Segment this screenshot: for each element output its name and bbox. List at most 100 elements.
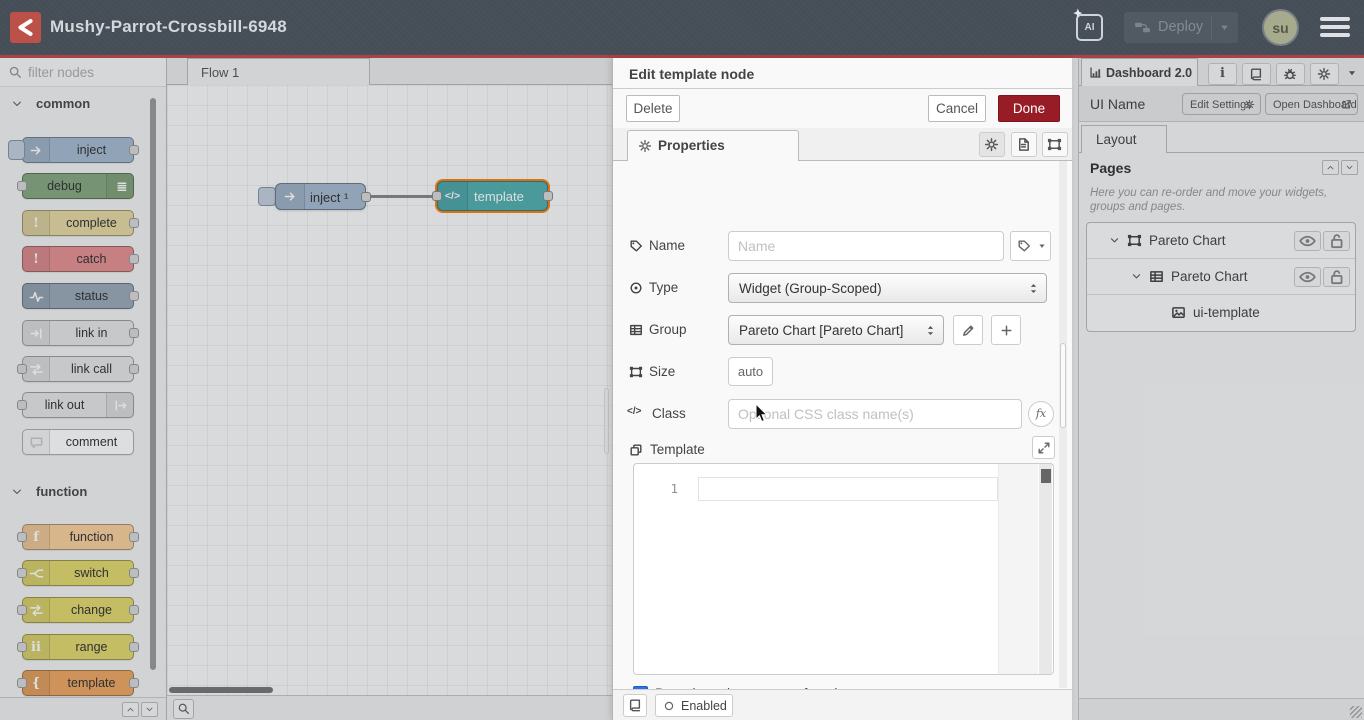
palette-node-status[interactable]: status [22, 283, 134, 309]
canvas-node-template-selected[interactable]: </> template [437, 181, 548, 211]
palette-category-function[interactable]: function [6, 482, 156, 502]
palette-node-switch[interactable]: switch [22, 560, 134, 586]
fx-button[interactable]: fx [1028, 401, 1054, 427]
canvas-search-button[interactable] [173, 699, 194, 719]
palette-node-debug[interactable]: debug [22, 173, 134, 199]
palette-node-label: inject [50, 143, 133, 157]
palette-node-template[interactable]: {template [22, 670, 134, 696]
editor-minimap[interactable] [998, 464, 1038, 675]
editor-scrollbar[interactable] [1039, 464, 1052, 674]
info-tab-button[interactable]: i [1208, 63, 1237, 85]
palette-node-comment[interactable]: comment [22, 429, 134, 455]
tree-row-label: ui-template [1193, 305, 1260, 320]
tab-properties[interactable]: Properties [627, 130, 799, 161]
visibility-toggle-button[interactable] [1294, 267, 1321, 287]
fork-icon [23, 561, 50, 585]
palette-node-change[interactable]: change [22, 597, 134, 623]
cancel-button[interactable]: Cancel [928, 95, 986, 122]
template-output-port[interactable] [543, 191, 553, 201]
tray-title: Edit template node [629, 66, 754, 82]
tree-row-pareto-chart[interactable]: Pareto Chart [1087, 259, 1355, 295]
node-help-button[interactable] [623, 694, 647, 717]
config-tab-button[interactable] [1310, 63, 1339, 85]
palette-collapse-all-button[interactable] [122, 702, 139, 717]
group-select[interactable]: Pareto Chart [Pareto Chart] [728, 315, 944, 345]
tab-layout[interactable]: Layout [1081, 125, 1167, 153]
lock-toggle-button[interactable] [1323, 267, 1350, 287]
sidebar-menu-caret-icon[interactable] [1345, 66, 1359, 80]
delete-button[interactable]: Delete [626, 95, 680, 122]
tree-row-pareto-chart[interactable]: Pareto Chart [1087, 223, 1355, 259]
palette-node-range[interactable]: iirange [22, 634, 134, 660]
add-group-button[interactable] [991, 315, 1021, 345]
editor-active-line[interactable] [698, 477, 998, 501]
open-dashboard-button[interactable]: Open Dashboard [1265, 93, 1358, 115]
inject-output-port[interactable] [361, 192, 371, 202]
input-port [17, 364, 27, 374]
gear-icon [1317, 67, 1331, 81]
ui-name-row: UI Name Edit Settings Open Dashboard [1079, 86, 1364, 122]
visibility-toggle-button[interactable] [1294, 231, 1321, 251]
sidebar-resize-handle[interactable] [1072, 58, 1079, 720]
palette-node-inject[interactable]: inject [22, 137, 134, 163]
canvas-node-inject[interactable]: inject ¹ [275, 183, 366, 210]
palette-scrollbar[interactable] [150, 98, 156, 670]
tray-scrollbar-thumb[interactable] [1060, 343, 1066, 428]
flow-canvas[interactable]: Flow 1 inject ¹ </> template [167, 58, 612, 720]
done-button[interactable]: Done [998, 95, 1060, 122]
expand-editor-button[interactable] [1032, 436, 1055, 459]
canvas-vertical-scrollbar[interactable] [604, 388, 609, 454]
inject-node-button[interactable] [258, 187, 276, 206]
status-circle-icon [663, 700, 675, 712]
ai-assistant-button[interactable]: AI [1076, 14, 1103, 41]
palette-node-link-call[interactable]: link call [22, 356, 134, 382]
palette-category-common[interactable]: common [6, 94, 156, 114]
canvas-horizontal-scrollbar[interactable] [169, 687, 273, 693]
edit-group-button[interactable] [953, 315, 983, 345]
template-code-editor[interactable]: 1 [633, 463, 1054, 675]
fx-label: fx [1029, 407, 1053, 420]
class-input[interactable] [728, 399, 1022, 429]
pages-collapse-button[interactable] [1322, 160, 1339, 175]
size-auto-button[interactable]: auto [728, 357, 773, 386]
node-label-button[interactable] [1010, 231, 1051, 261]
palette-node-label: status [50, 289, 133, 303]
debug-tab-button[interactable] [1276, 63, 1305, 85]
main-menu-button[interactable] [1320, 17, 1350, 39]
input-port [17, 532, 27, 542]
palette-node-label: link out [23, 398, 106, 412]
palette-expand-all-button[interactable] [141, 702, 158, 717]
palette-node-function[interactable]: ffunction [22, 524, 134, 550]
output-port [129, 605, 139, 615]
resize-grip[interactable] [1350, 706, 1362, 718]
user-avatar[interactable]: su [1264, 11, 1297, 44]
type-select[interactable]: Widget (Group-Scoped) [728, 273, 1047, 303]
pages-expand-button[interactable] [1341, 160, 1358, 175]
name-input[interactable] [728, 231, 1004, 261]
canvas-grid[interactable] [167, 85, 612, 695]
enabled-toggle-button[interactable]: Enabled [655, 694, 733, 717]
input-port [17, 605, 27, 615]
deploy-caret-icon[interactable] [1217, 20, 1232, 35]
palette-node-complete[interactable]: !complete [22, 210, 134, 236]
edit-settings-button[interactable]: Edit Settings [1182, 93, 1261, 115]
template-input-port[interactable] [432, 191, 442, 201]
tab-description-button[interactable] [1011, 132, 1037, 157]
output-port [129, 291, 139, 301]
chevron-down-icon[interactable] [1109, 235, 1120, 246]
tab-flow-1[interactable]: Flow 1 [187, 58, 370, 85]
tree-row-ui-template[interactable]: ui-template [1087, 295, 1355, 331]
tab-properties-icon-button[interactable] [979, 132, 1005, 157]
tab-dashboard-2[interactable]: Dashboard 2.0 [1081, 58, 1198, 86]
deploy-button[interactable]: Deploy [1124, 12, 1238, 43]
palette-node-link-out[interactable]: link out [22, 392, 134, 418]
help-tab-button[interactable] [1242, 63, 1271, 85]
tab-appearance-button[interactable] [1042, 132, 1068, 157]
palette-node-link-in[interactable]: link in [22, 320, 134, 346]
node-red-logo-icon[interactable] [10, 12, 41, 43]
lock-toggle-button[interactable] [1323, 231, 1350, 251]
chevron-down-icon[interactable] [1131, 271, 1142, 282]
editor-scrollbar-thumb[interactable] [1041, 469, 1051, 483]
palette-node-catch[interactable]: !catch [22, 246, 134, 272]
palette-filter-input[interactable] [28, 61, 158, 83]
